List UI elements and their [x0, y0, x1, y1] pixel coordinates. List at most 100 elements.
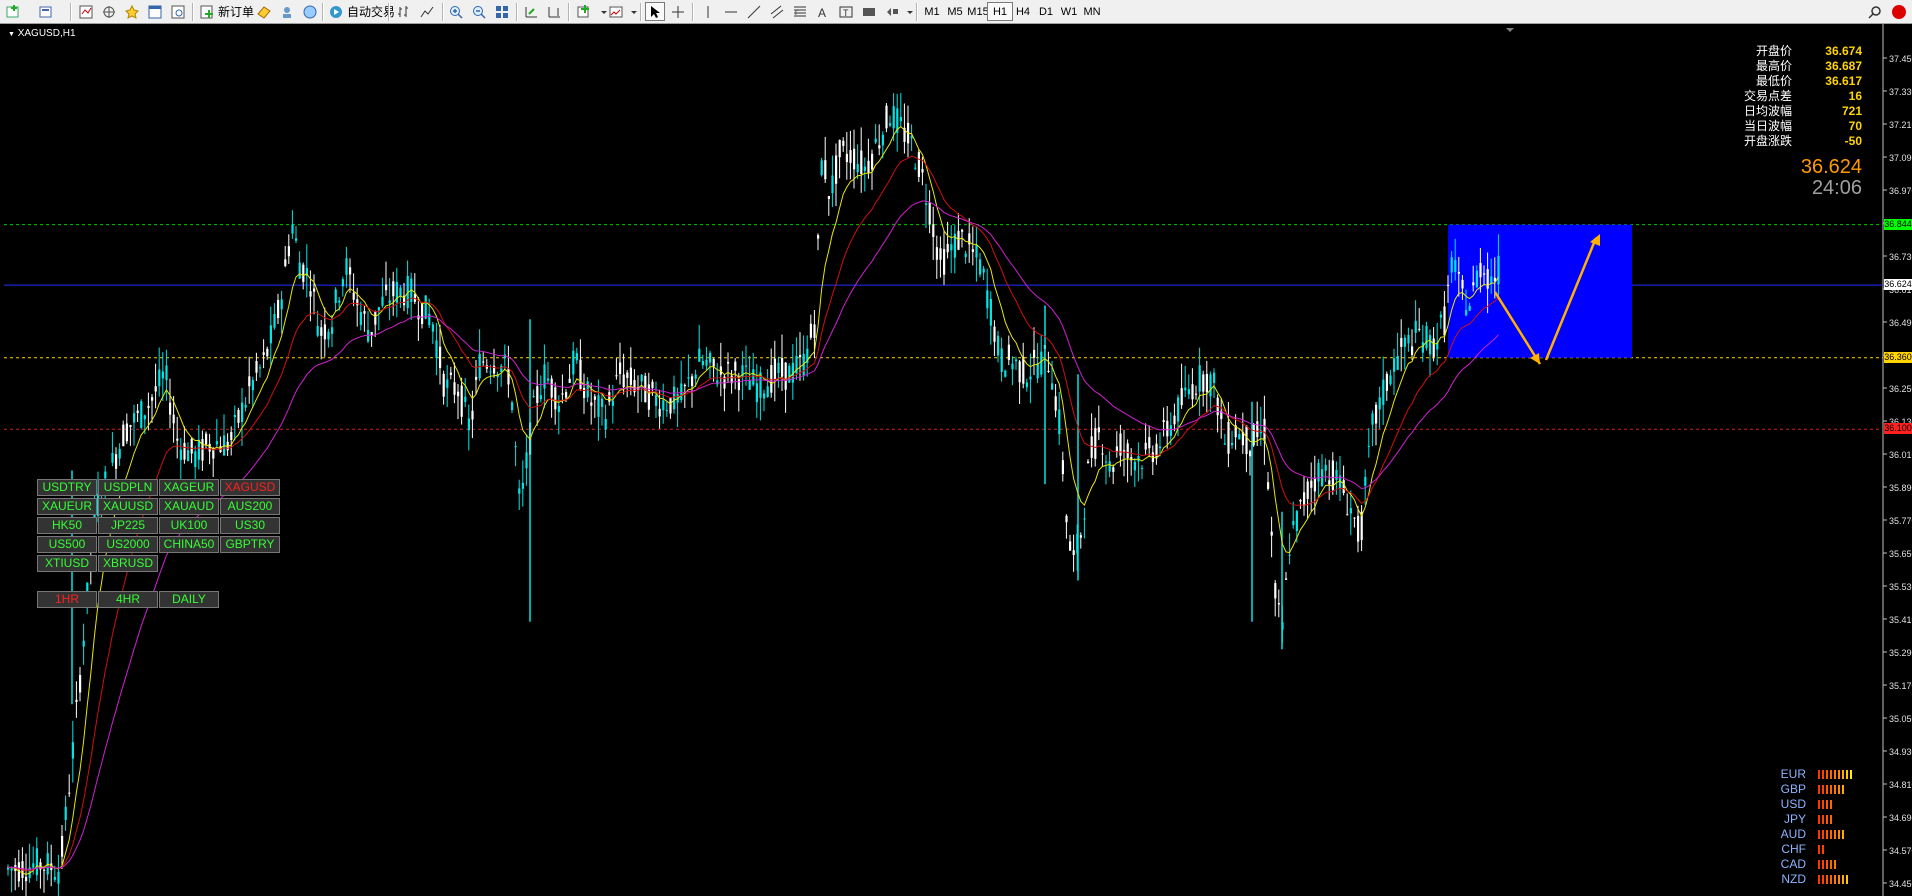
symbol-button-xtiusd[interactable]: XTIUSD [37, 555, 97, 572]
navigator-icon[interactable] [122, 2, 142, 21]
symbol-button-us2000[interactable]: US2000 [98, 536, 158, 553]
autoscroll-icon[interactable] [521, 2, 541, 21]
price-chart[interactable]: 37.45037.33037.21037.09036.97036.85036.7… [0, 24, 1912, 896]
shapes-icon[interactable] [882, 2, 902, 21]
candle-body [1357, 515, 1360, 542]
market-icon[interactable] [300, 2, 320, 21]
strength-bar [1822, 845, 1824, 854]
symbol-button-xaueur[interactable]: XAUEUR [37, 498, 97, 515]
period-button-4hr[interactable]: 4HR [98, 591, 158, 608]
candle-body [464, 396, 467, 402]
rectangle-icon[interactable] [859, 2, 879, 21]
channel-icon[interactable] [767, 2, 787, 21]
candle-body [662, 400, 665, 411]
candle-body [701, 361, 704, 366]
candle-body [1317, 463, 1320, 482]
candle-body [1335, 470, 1338, 480]
templates-icon[interactable] [606, 2, 626, 21]
symbol-button-china50[interactable]: CHINA50 [159, 536, 219, 553]
zoom-out-icon[interactable] [469, 2, 489, 21]
text-icon[interactable]: A [813, 2, 833, 21]
price-axis-label: 35.770 [1889, 516, 1912, 526]
candle-body [525, 452, 528, 469]
line-chart-icon[interactable] [417, 2, 437, 21]
candle-body [964, 253, 967, 258]
symbol-button-us30[interactable]: US30 [220, 517, 280, 534]
candle-body [658, 408, 661, 417]
candle-body [1393, 358, 1396, 372]
vertical-line-icon[interactable] [698, 2, 718, 21]
currency-row-jpy: JPY [1772, 812, 1862, 827]
bar-chart-icon[interactable] [394, 2, 414, 21]
candle-body [151, 397, 154, 401]
candle-body [1285, 578, 1288, 580]
signals-icon[interactable] [277, 2, 297, 21]
symbol-button-xagusd[interactable]: XAGUSD [220, 479, 280, 496]
data-window-icon[interactable] [99, 2, 119, 21]
terminal-icon[interactable] [145, 2, 165, 21]
price-axis-label: 35.290 [1889, 648, 1912, 658]
symbol-button-xauusd[interactable]: XAUUSD [98, 498, 158, 515]
tester-icon[interactable] [168, 2, 188, 21]
symbol-button-gbptry[interactable]: GBPTRY [220, 536, 280, 553]
strength-bar [1826, 785, 1828, 794]
candle-body [1065, 515, 1068, 523]
symbol-button-xbrusd[interactable]: XBRUSD [98, 555, 158, 572]
metaeditor-icon[interactable] [254, 2, 274, 21]
horizontal-line-icon[interactable] [721, 2, 741, 21]
profiles-icon[interactable] [36, 2, 56, 21]
chart-shift-icon[interactable] [544, 2, 564, 21]
candle-body [518, 488, 521, 494]
new-chart-icon[interactable] [4, 2, 24, 21]
indicators-icon[interactable] [574, 2, 594, 21]
timeframe-mn-button[interactable]: MN [1079, 2, 1105, 21]
period-button-daily[interactable]: DAILY [159, 591, 219, 608]
candle-body [935, 247, 938, 260]
fibonacci-icon[interactable]: F [790, 2, 810, 21]
cursor-icon[interactable] [645, 2, 665, 21]
text-label-icon[interactable]: T [836, 2, 856, 21]
candle-body [1097, 427, 1100, 433]
strength-bar [1842, 785, 1844, 794]
candle-body [377, 307, 380, 311]
candle-body [557, 405, 560, 413]
candle-body [651, 381, 654, 389]
candle-body [1249, 451, 1252, 457]
new-order-button[interactable]: 新订单 [196, 2, 257, 21]
candle-body [392, 281, 395, 297]
chart-canvas[interactable]: 37.45037.33037.21037.09036.97036.85036.7… [0, 24, 1912, 896]
symbol-button-uk100[interactable]: UK100 [159, 517, 219, 534]
symbol-button-usdpln[interactable]: USDPLN [98, 479, 158, 496]
symbol-button-xauaud[interactable]: XAUAUD [159, 498, 219, 515]
strength-bar [1822, 785, 1824, 794]
trendline-icon[interactable] [744, 2, 764, 21]
symbol-button-xageur[interactable]: XAGEUR [159, 479, 219, 496]
chart-menu-triangle-icon: ▼ [8, 31, 15, 38]
crosshair-icon[interactable] [668, 2, 688, 21]
candle-body [1126, 443, 1129, 458]
candle-body [1141, 467, 1144, 469]
symbol-button-hk50[interactable]: HK50 [37, 517, 97, 534]
search-icon[interactable] [1865, 2, 1885, 21]
candle-body [1231, 442, 1234, 446]
candle-body [266, 348, 269, 357]
candle-body [979, 259, 982, 275]
price-axis-label: 37.450 [1889, 54, 1912, 64]
candle-body [1403, 337, 1406, 347]
symbol-button-aus200[interactable]: AUS200 [220, 498, 280, 515]
currency-name: AUD [1780, 827, 1806, 841]
candle-body [431, 324, 434, 332]
zoom-in-icon[interactable] [446, 2, 466, 21]
price-axis-label: 34.570 [1889, 846, 1912, 856]
market-watch-icon[interactable] [76, 2, 96, 21]
candle-body [1018, 361, 1021, 383]
candle-body [1058, 409, 1061, 435]
symbol-button-usdtry[interactable]: USDTRY [37, 479, 97, 496]
notification-icon[interactable] [1889, 2, 1909, 21]
symbol-button-us500[interactable]: US500 [37, 536, 97, 553]
period-button-1hr[interactable]: 1HR [37, 591, 97, 608]
tile-windows-icon[interactable] [492, 2, 512, 21]
symbol-button-jp225[interactable]: JP225 [98, 517, 158, 534]
candle-body [475, 376, 478, 380]
candle-body [341, 279, 344, 287]
